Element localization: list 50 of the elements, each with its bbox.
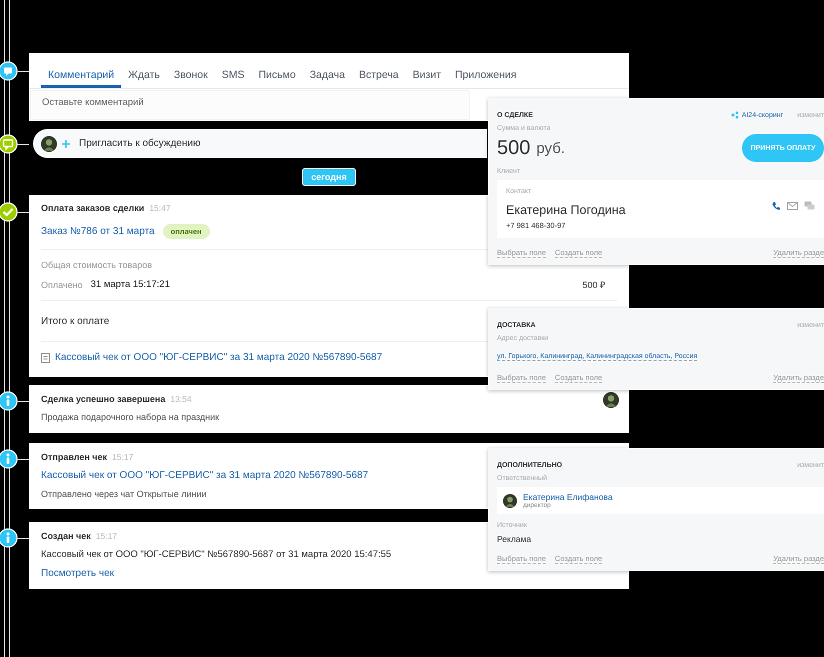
contact-name[interactable]: Екатерина Погодина [506,203,626,217]
receipt-link[interactable]: Кассовый чек от ООО "ЮГ-СЕРВИС" за 31 марта 2020 №567890-5687 [55,352,382,363]
source-value: Реклама [497,534,532,544]
currency: руб. [536,140,565,156]
event-title: Отправлен чек [41,452,108,462]
chat-icon [0,134,18,154]
order-link[interactable]: Заказ №786 от 31 марта [41,226,155,237]
total-due-label: Итого к оплате [41,315,110,329]
event-time: 13:54 [170,394,192,404]
tab[interactable]: Встреча [352,53,406,88]
event-time: 15:47 [149,203,171,213]
event-text: Продажа подарочного набора на праздник [41,412,220,422]
total-label: Общая стоимость товаров [41,260,154,270]
tab[interactable]: Визит [406,53,448,88]
tab[interactable]: Задача [302,53,352,88]
event-title: Оплата заказов сделки [41,203,144,213]
invite-bar[interactable]: Пригласить к обсуждению [33,129,487,158]
check-icon [0,202,18,222]
tab[interactable]: Письмо [252,53,303,88]
paid-date: 31 марта 15:17:21 [90,279,170,290]
plus-icon[interactable] [61,138,71,148]
info-icon [0,391,18,411]
info-icon [0,449,18,469]
event-time: 15:17 [112,452,134,462]
receipt-link[interactable]: Кассовый чек от ООО "ЮГ-СЕРВИС" за 31 марта 2020 №567890-5687 [41,470,368,481]
network-icon [730,111,739,119]
avatar-icon [503,494,517,508]
event-title: Создан чек [41,531,91,541]
document-icon [41,352,50,362]
paid-label: Оплачено [41,280,83,290]
phone-icon[interactable] [771,201,781,211]
info-icon [0,528,18,548]
receipt-link[interactable]: Посмотреть чек [41,568,114,579]
person-name[interactable]: Екатерина Елифанова [523,492,613,502]
tab[interactable]: Приложения [448,53,524,88]
comment-field[interactable]: Оставьте комментарий [30,90,470,120]
event-text: Отправлено через чат Открытые линии [41,489,207,499]
tab[interactable]: Ждать [121,53,167,88]
tab[interactable]: SMS [214,53,252,88]
paid-amount: 500 ₽ [582,279,605,291]
event-title: Сделка успешно завершена [41,394,166,404]
receipt-text: Кассовый чек от ООО "ЮГ-СЕРВИС" №567890-5687 от 31 марта 2020 15:47:55 [41,549,392,560]
comment-icon [0,61,18,81]
event-time: 15:17 [96,531,118,541]
chat-icon[interactable] [804,201,815,211]
date-badge: сегодня [302,168,356,186]
tab[interactable]: Звонок [166,53,215,88]
avatar-icon [41,136,57,152]
mail-icon[interactable] [787,201,798,211]
amount-value: 500 [497,136,530,160]
